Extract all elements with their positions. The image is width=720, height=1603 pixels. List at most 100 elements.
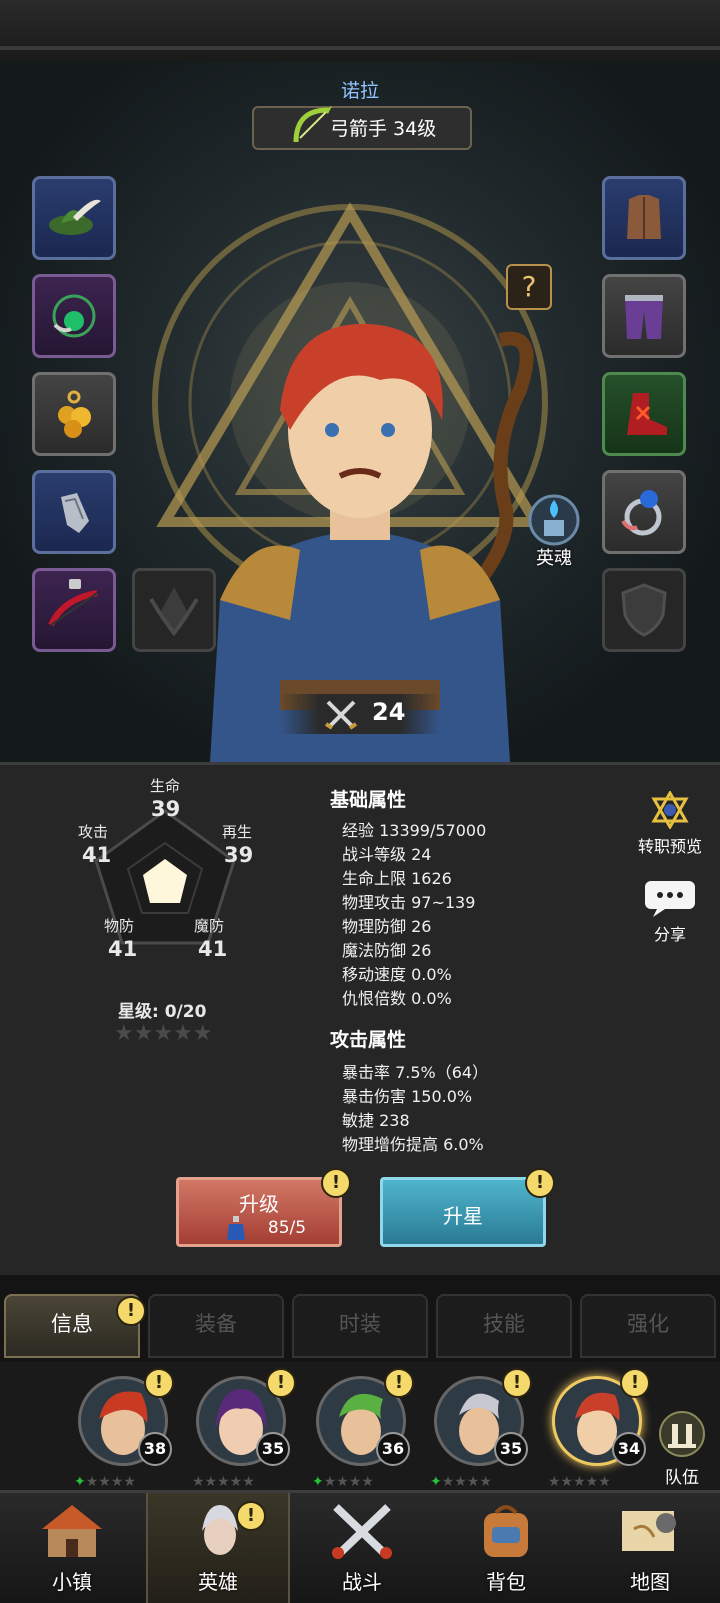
hexagram-icon [651, 789, 689, 831]
equip-slot-hat[interactable] [32, 176, 116, 260]
hero-level-badge: 35 [494, 1432, 528, 1466]
equip-slot-bow-locked[interactable] [32, 568, 116, 652]
hero-portrait-archer [210, 323, 534, 762]
team-label: 队伍 [665, 1468, 699, 1488]
upgrade-button[interactable]: 升级 85/5 ! [176, 1168, 351, 1247]
combat-power-value: 24 [372, 698, 406, 726]
purple-pants-icon [625, 295, 663, 339]
red-boots-icon [627, 393, 667, 435]
star-level-label: 星级: 0/20 [118, 1002, 207, 1022]
attribute-list-scroll[interactable]: 基础属性 经验 13399/57000 战斗等级 24 生命上限 1626 物理… [330, 785, 590, 1161]
nav-heroes-alert-badge: ! [236, 1501, 266, 1531]
hero-stars: ★★★★★ [192, 1474, 255, 1490]
class-preview-label: 转职预览 [637, 837, 702, 856]
equip-slot-boots[interactable] [602, 372, 686, 456]
radar-mdef-label: 魔防 [194, 917, 225, 935]
nav-heroes-label: 英雄 [198, 1570, 238, 1594]
hero-soul-button[interactable]: 英魂 [524, 492, 584, 572]
hero-alert-badge: ! [620, 1368, 650, 1398]
share-label: 分享 [653, 925, 686, 944]
hero-alert-badge: ! [502, 1368, 532, 1398]
tab-enhance[interactable]: 强化 [580, 1294, 716, 1358]
nav-heroes[interactable]: 英雄 ! [146, 1493, 290, 1603]
equip-slot-ring[interactable] [602, 470, 686, 554]
upgrade-cost: 85/5 [267, 1218, 307, 1238]
attr-crit-rate: 暴击率 7.5%（64） [342, 1063, 489, 1082]
radar-attack-label: 攻击 [78, 823, 109, 841]
nav-backpack-label: 背包 [486, 1570, 526, 1594]
backpack-icon [484, 1505, 528, 1557]
honeycomb-charm-icon [58, 390, 91, 438]
equip-slot-amulet[interactable] [32, 274, 116, 358]
radar-life-label: 生命 [150, 777, 181, 795]
hero-level-badge: 35 [256, 1432, 290, 1466]
team-button[interactable]: 队伍 [650, 1410, 714, 1490]
star-up-button[interactable]: 升星 ! [380, 1168, 555, 1247]
top-status-strip [0, 0, 720, 65]
upgrade-alert-badge: ! [321, 1168, 351, 1198]
attr-move-speed: 移动速度 0.0% [342, 965, 452, 984]
equip-slot-shield[interactable] [602, 568, 686, 652]
attr-magic-defense: 魔法防御 26 [342, 941, 432, 960]
radar-pdef-value: 41 [108, 937, 138, 961]
nav-map[interactable]: 地图 [578, 1493, 720, 1603]
equip-slot-armor[interactable] [602, 176, 686, 260]
nav-town[interactable]: 小镇 [0, 1493, 144, 1603]
gauntlet-icon [61, 493, 89, 533]
nav-town-label: 小镇 [52, 1570, 92, 1594]
hero-tabs: 信息 ! 装备 时装 技能 强化 [0, 1294, 720, 1358]
radar-mdef-value: 41 [198, 937, 228, 961]
attr-agility: 敏捷 238 [342, 1111, 410, 1130]
equip-slot-gloves[interactable] [32, 470, 116, 554]
hero-stars: ★★★★★ [548, 1474, 611, 1490]
crossed-swords-icon [324, 700, 358, 730]
share-button[interactable]: 分享 [634, 879, 706, 944]
attr-phys-attack: 物理攻击 97~139 [342, 893, 476, 912]
hero-stars: ✦★★★★ [430, 1474, 492, 1490]
hero-display: 诺拉 弓箭手 34级 ? 英魂 24 [0, 62, 720, 762]
class-preview-button[interactable]: 转职预览 [628, 789, 712, 856]
town-house-icon [42, 1505, 102, 1557]
class-banner: 弓箭手 34级 [230, 102, 490, 150]
attr-phys-defense: 物理防御 26 [342, 917, 432, 936]
equip-slot-pants[interactable] [602, 274, 686, 358]
hero-level-badge: 34 [612, 1432, 646, 1466]
emerald-amulet-icon [52, 294, 96, 338]
hero-alert-badge: ! [266, 1368, 296, 1398]
radar-life-value: 39 [151, 797, 181, 821]
tab-skills[interactable]: 技能 [436, 1294, 572, 1358]
combat-power: 24 [280, 694, 440, 734]
hero-soul-label: 英魂 [536, 548, 572, 569]
attr-exp: 经验 13399/57000 [342, 821, 487, 840]
hero-alert-badge: ! [144, 1368, 174, 1398]
hero-alert-badge: ! [384, 1368, 414, 1398]
tab-costume[interactable]: 时装 [292, 1294, 428, 1358]
attack-attrs-title: 攻击属性 [330, 1029, 407, 1051]
nav-battle[interactable]: 战斗 [290, 1493, 434, 1603]
hero-soul-icon [528, 494, 580, 546]
star-rating: ★★★★★ [114, 1021, 213, 1046]
red-bow-weapon-icon [48, 579, 98, 627]
equip-slot-gem[interactable] [32, 372, 116, 456]
attr-crit-damage: 暴击伤害 150.0% [342, 1087, 473, 1106]
chess-pieces-icon [659, 1411, 705, 1457]
nav-map-label: 地图 [630, 1570, 670, 1594]
bottom-nav: 小镇 英雄 ! 战斗 背包 地图 [0, 1490, 720, 1603]
tab-equipment[interactable]: 装备 [148, 1294, 284, 1358]
help-button[interactable]: ? [506, 264, 552, 310]
attr-max-hp: 生命上限 1626 [342, 869, 452, 888]
leather-armor-icon [627, 195, 661, 239]
hero-name: 诺拉 [340, 80, 379, 102]
star-up-alert-badge: ! [525, 1168, 555, 1198]
feathered-hat-icon [49, 199, 101, 235]
hero-roster: 38 ✦★★★★ 35 ★★★★★ 36 ✦★★★★ 35 ✦★★★★ 34 ★… [0, 1362, 720, 1490]
radar-regen-label: 再生 [222, 823, 253, 841]
attr-phys-damage-bonus: 物理增伤提高 6.0% [342, 1135, 484, 1154]
radar-attack-value: 41 [82, 843, 112, 867]
chat-bubble-icon [645, 881, 695, 917]
sapphire-ring-icon [621, 490, 662, 536]
nav-backpack[interactable]: 背包 [434, 1493, 578, 1603]
basic-attrs-title: 基础属性 [330, 789, 407, 811]
hero-level-badge: 36 [376, 1432, 410, 1466]
hero-level-badge: 38 [138, 1432, 172, 1466]
